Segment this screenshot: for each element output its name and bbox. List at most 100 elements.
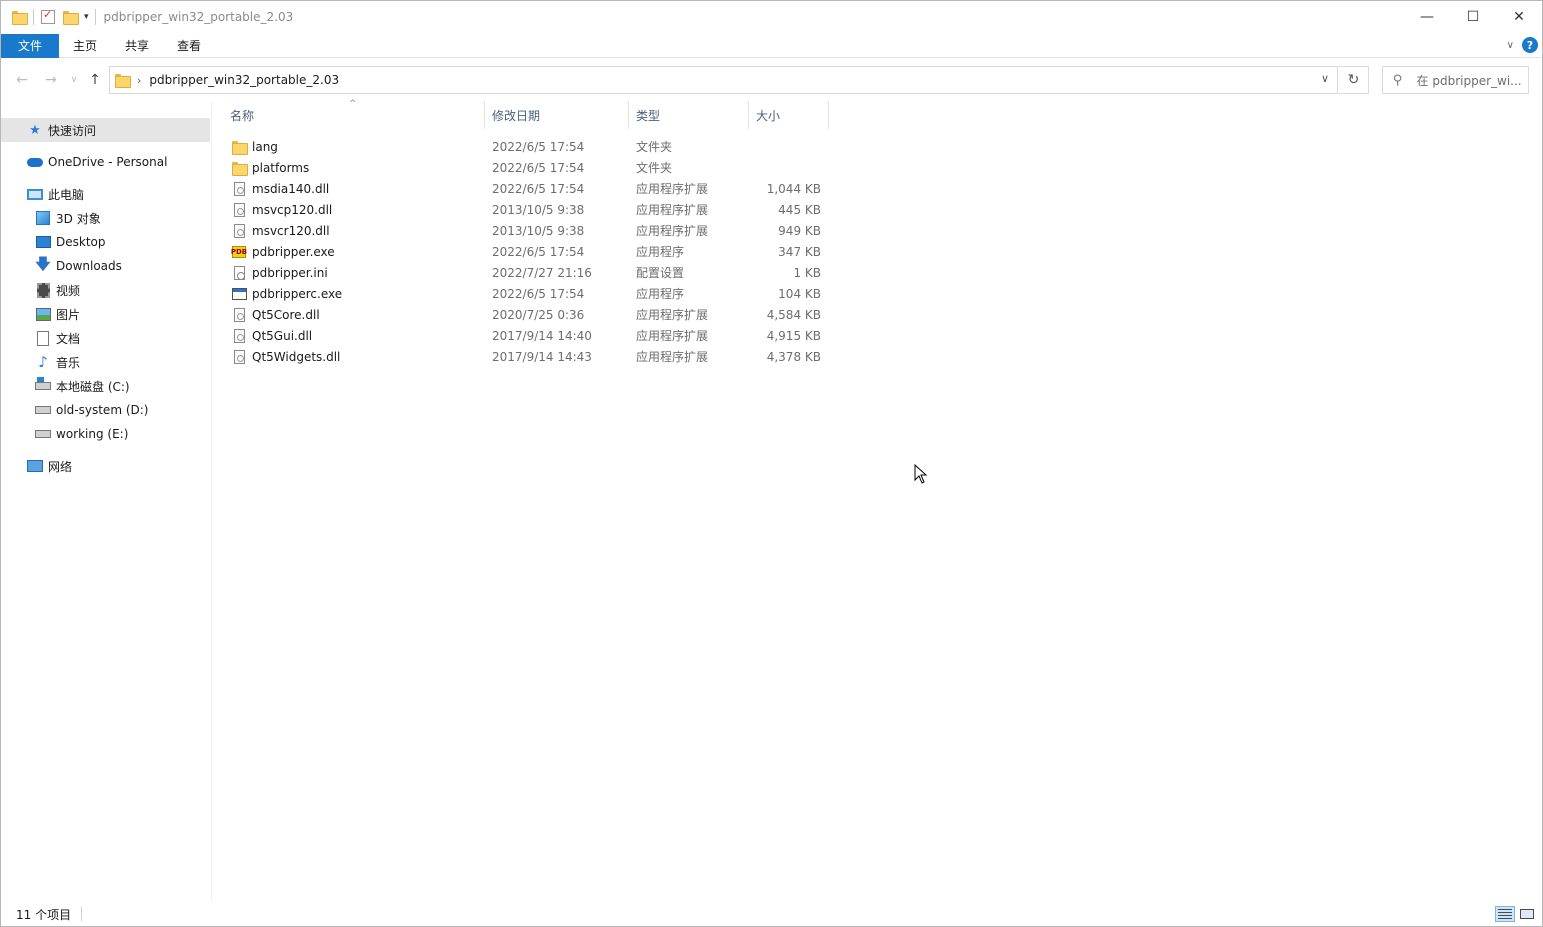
file-name-cell[interactable]: msvcp120.dll [231,199,332,220]
search-box[interactable]: ⚲ 在 pdbripper_wi... [1382,66,1529,94]
file-name-cell[interactable]: lang [231,136,278,157]
file-name: msdia140.dll [252,181,330,196]
sidebar-item-drive-d[interactable]: old-system (D:) [1,398,148,422]
sidebar-item-drive-c[interactable]: 本地磁盘 (C:) [1,374,130,398]
sidebar-item-onedrive[interactable]: OneDrive - Personal [1,150,167,174]
dll-file-icon [231,328,247,344]
status-divider [81,907,83,921]
file-size: 347 KB [778,244,821,259]
file-name: platforms [252,160,310,175]
file-row[interactable]: pdbripperc.exe 2022/6/5 17:54 应用程序 104 K… [223,283,829,304]
customize-toolbar-dropdown-icon[interactable]: ▾ [84,12,89,22]
file-size: 4,584 KB [766,307,821,322]
file-date: 2022/6/5 17:54 [492,286,585,301]
column-header-type[interactable]: 类型 [629,101,749,129]
back-arrow-icon[interactable]: ← [12,70,32,90]
download-icon: 🡇 [35,254,51,273]
file-row[interactable]: platforms 2022/6/5 17:54 文件夹 [223,157,829,178]
file-name-cell[interactable]: PDB pdbripper.exe [231,241,335,262]
column-header-date[interactable]: 修改日期 [485,101,629,129]
address-bar[interactable]: › pdbripper_win32_portable_2.03 ∨ [109,66,1338,94]
sidebar-item-3d-objects[interactable]: 3D 对象 [1,206,101,230]
file-name-cell[interactable]: pdbripper.ini [231,262,328,283]
sidebar-item-downloads[interactable]: 🡇 Downloads [1,254,122,278]
file-name-cell[interactable]: msdia140.dll [231,178,329,199]
file-name-cell[interactable]: Qt5Core.dll [231,304,320,325]
sidebar-item-videos[interactable]: 视频 [1,278,80,302]
file-date: 2022/6/5 17:54 [492,160,585,175]
recent-locations-chevron-icon[interactable]: ∨ [64,70,84,90]
sidebar-item-label: working (E:) [56,427,129,441]
sidebar-item-music[interactable]: ♪ 音乐 [1,350,80,374]
sidebar-item-label: 网络 [48,459,73,474]
large-icons-view-button[interactable] [1517,906,1537,922]
file-name-cell[interactable]: platforms [231,157,309,178]
file-row[interactable]: msdia140.dll 2022/6/5 17:54 应用程序扩展 1,044… [223,178,829,199]
file-name-cell[interactable]: msvcr120.dll [231,220,330,241]
sidebar-item-quick-access[interactable]: ★ 快速访问 [1,118,210,142]
pictures-icon [35,306,51,322]
dll-file-icon [231,307,247,323]
maximize-button[interactable]: ☐ [1450,1,1496,33]
file-date: 2022/7/27 21:16 [492,265,592,280]
drive-icon [35,426,51,442]
file-row[interactable]: Qt5Gui.dll 2017/9/14 14:40 应用程序扩展 4,915 … [223,325,829,346]
dll-file-icon [231,181,247,197]
forward-arrow-icon[interactable]: → [41,70,61,90]
file-row[interactable]: Qt5Widgets.dll 2017/9/14 14:43 应用程序扩展 4,… [223,346,829,367]
refresh-icon[interactable]: ↻ [1339,66,1369,94]
file-size: 949 KB [778,223,821,238]
file-row[interactable]: lang 2022/6/5 17:54 文件夹 [223,136,829,157]
file-name-cell[interactable]: pdbripperc.exe [231,283,342,304]
network-icon [27,458,43,474]
file-type: 应用程序扩展 [636,224,709,238]
sidebar-item-pictures[interactable]: 图片 [1,302,80,326]
file-name-cell[interactable]: Qt5Widgets.dll [231,346,340,367]
breadcrumb-current[interactable]: pdbripper_win32_portable_2.03 [149,73,339,87]
column-header-name[interactable]: 名称 [223,101,485,129]
file-date: 2017/9/14 14:43 [492,349,592,364]
window-title: pdbripper_win32_portable_2.03 [103,10,294,24]
file-name-cell[interactable]: Qt5Gui.dll [231,325,312,346]
folder-icon [11,9,28,25]
file-type: 应用程序 [636,245,685,259]
file-name: pdbripper.ini [252,265,328,280]
folder-icon [115,74,131,88]
sidebar-item-label: 音乐 [56,355,81,370]
file-row[interactable]: msvcr120.dll 2013/10/5 9:38 应用程序扩展 949 K… [223,220,829,241]
sidebar-item-label: old-system (D:) [56,403,149,417]
properties-icon[interactable] [40,8,56,25]
computer-icon [27,186,43,202]
breadcrumb-chevron-icon[interactable]: › [137,74,141,87]
address-history-chevron-icon[interactable]: ∨ [1321,72,1329,85]
file-row[interactable]: pdbripper.ini 2022/7/27 21:16 配置设置 1 KB [223,262,829,283]
status-bar: 11 个项目 [1,903,1542,925]
expand-ribbon-chevron-icon[interactable]: ∨ [1507,40,1514,51]
file-row[interactable]: Qt5Core.dll 2020/7/25 0:36 应用程序扩展 4,584 … [223,304,829,325]
search-input[interactable]: 在 pdbripper_wi... [1417,72,1522,89]
sidebar-item-documents[interactable]: 文档 [1,326,80,350]
close-button[interactable]: ✕ [1496,1,1542,33]
new-folder-icon[interactable] [62,9,79,25]
details-view-button[interactable] [1495,906,1515,922]
up-arrow-icon[interactable]: ↑ [85,70,105,90]
ribbon-tabs: 文件 主页 共享 查看 ∨ ? [1,33,1542,58]
sidebar-item-drive-e[interactable]: working (E:) [1,422,128,446]
column-header-size[interactable]: 大小 [749,101,829,129]
tab-view[interactable]: 查看 [163,34,215,58]
sidebar-item-desktop[interactable]: Desktop [1,230,106,254]
ini-settings-icon [231,265,247,281]
sidebar-item-network[interactable]: 网络 [1,454,72,478]
tab-share[interactable]: 共享 [111,34,163,58]
tab-home[interactable]: 主页 [59,34,111,58]
minimize-button[interactable]: — [1404,1,1450,33]
file-size: 445 KB [778,202,821,217]
tab-file[interactable]: 文件 [1,33,60,58]
help-icon[interactable]: ? [1522,37,1538,53]
file-row[interactable]: msvcp120.dll 2013/10/5 9:38 应用程序扩展 445 K… [223,199,829,220]
file-row[interactable]: PDB pdbripper.exe 2022/6/5 17:54 应用程序 347… [223,241,829,262]
large-icons-view-icon [1520,909,1534,919]
sidebar-item-this-pc[interactable]: 此电脑 [1,182,84,206]
file-size: 1,044 KB [766,181,821,196]
sidebar-item-label: 视频 [56,283,81,298]
